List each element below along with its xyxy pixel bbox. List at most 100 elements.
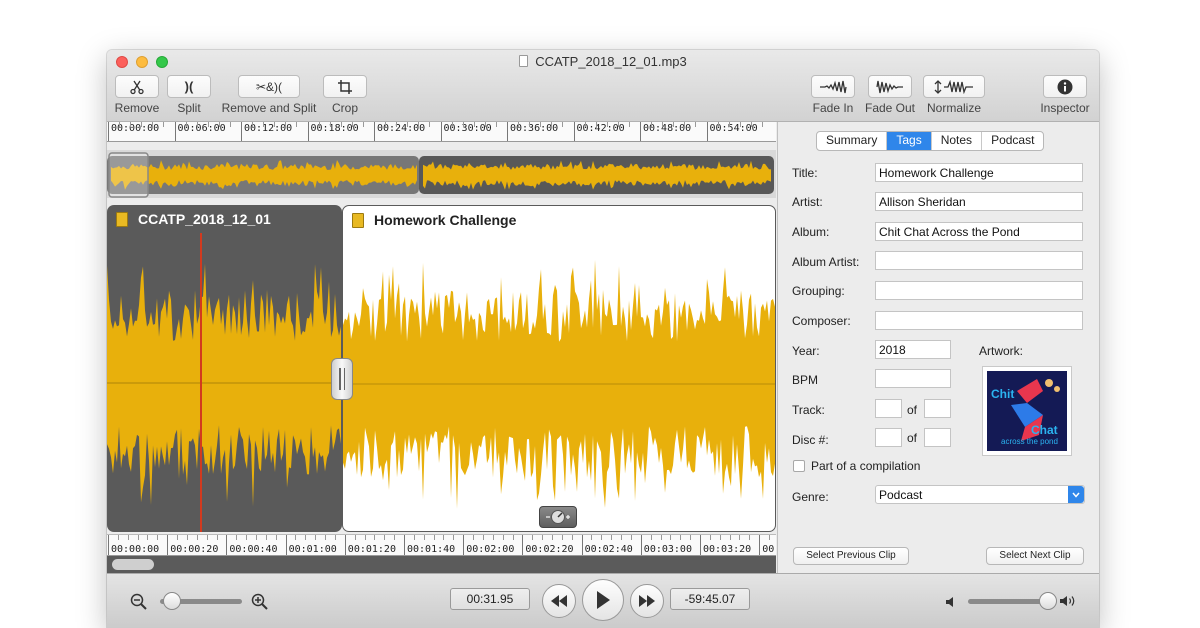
album-field[interactable]: Chit Chat Across the Pond <box>875 222 1083 241</box>
play-button[interactable] <box>582 579 624 621</box>
ruler-minor-tick <box>628 122 630 127</box>
tab-podcast[interactable]: Podcast <box>982 132 1043 150</box>
inspector-label: Inspector <box>1040 101 1090 115</box>
ruler-minor-tick <box>263 122 265 127</box>
ruler-minor-tick <box>196 122 198 127</box>
volume-slider-knob[interactable] <box>1038 592 1057 610</box>
ruler-minor-tick <box>152 122 154 127</box>
tab-tags[interactable]: Tags <box>887 132 932 150</box>
compilation-checkbox[interactable] <box>793 460 805 472</box>
select-previous-clip-button[interactable]: Select Previous Clip <box>793 547 909 565</box>
ruler-minor-tick <box>601 535 603 540</box>
ruler-minor-tick <box>433 535 435 540</box>
ruler-minor-tick <box>552 535 553 540</box>
document-icon <box>519 55 529 67</box>
playhead[interactable] <box>200 233 202 532</box>
normalize-tool[interactable]: Normalize <box>921 75 987 115</box>
fade-out-button[interactable] <box>868 75 912 98</box>
disc-total-field[interactable] <box>924 428 951 447</box>
ruler-minor-tick <box>611 535 613 540</box>
title-label: Title: <box>792 166 818 180</box>
clip-split-handle[interactable] <box>331 358 353 400</box>
inspector-tabs: Summary Tags Notes Podcast <box>816 131 1045 151</box>
ruler-minor-tick <box>413 535 415 540</box>
select-next-clip-button[interactable]: Select Next Clip <box>986 547 1084 565</box>
fade-in-tool[interactable]: Fade In <box>809 75 857 115</box>
artwork-well[interactable]: Chit Chat across the pond <box>982 366 1072 456</box>
ruler-minor-tick <box>695 122 697 127</box>
rewind-button[interactable] <box>542 584 576 618</box>
year-field[interactable]: 2018 <box>875 340 951 359</box>
bpm-field[interactable] <box>875 369 951 388</box>
overview-timeline-ruler: 00:00:00 00:06:00 00:12:00 00:18:00 00:24:00… <box>107 122 776 142</box>
ruler-minor-tick <box>749 535 751 540</box>
ruler-minor-tick <box>484 122 486 127</box>
clip-homework-challenge[interactable]: Homework Challenge <box>342 205 776 532</box>
ruler-label: 00:02:20 <box>525 544 574 555</box>
album-artist-field[interactable] <box>875 251 1083 270</box>
zoom-out-icon[interactable] <box>130 593 148 611</box>
overview-waveform[interactable] <box>107 150 776 198</box>
clip-a-waveform <box>107 263 342 507</box>
ruler-minor-tick <box>216 535 218 540</box>
ruler-minor-tick <box>246 535 248 540</box>
ruler-minor-tick <box>354 535 356 540</box>
ruler-minor-tick <box>451 122 453 127</box>
inspector-panel: Summary Tags Notes Podcast Title: Homewo… <box>777 122 1099 573</box>
grip-icon <box>343 368 345 390</box>
genre-select[interactable]: Podcast <box>875 485 1085 504</box>
ruler-major-tick <box>174 122 176 141</box>
zoom-slider-knob[interactable] <box>163 592 182 610</box>
ruler-minor-tick <box>163 122 165 127</box>
inspector-button[interactable] <box>1043 75 1087 98</box>
track-number-field[interactable] <box>875 399 902 418</box>
ruler-minor-tick <box>660 535 662 540</box>
ruler-minor-tick <box>769 535 771 540</box>
ruler-label: 00:00:40 <box>229 544 278 555</box>
remove-tool[interactable]: Remove <box>113 75 161 115</box>
scrollbar-thumb[interactable] <box>112 559 154 570</box>
tab-summary[interactable]: Summary <box>817 132 888 150</box>
horizontal-scrollbar[interactable] <box>107 556 776 573</box>
ruler-minor-tick <box>453 535 455 540</box>
ruler-minor-tick <box>482 535 484 540</box>
remove-button[interactable] <box>115 75 159 98</box>
track-total-field[interactable] <box>924 399 951 418</box>
crop-button[interactable] <box>323 75 367 98</box>
fade-out-tool[interactable]: Fade Out <box>863 75 917 115</box>
zoom-in-icon[interactable] <box>251 593 269 611</box>
ruler-minor-tick <box>325 535 327 540</box>
remove-and-split-tool[interactable]: ✂&)( Remove and Split <box>219 75 319 115</box>
ruler-minor-tick <box>157 535 159 540</box>
remove-and-split-button[interactable]: ✂&)( <box>238 75 300 98</box>
ruler-minor-tick <box>329 122 331 127</box>
compilation-label: Part of a compilation <box>811 459 921 473</box>
fast-forward-button[interactable] <box>630 584 664 618</box>
clip-volume-button[interactable] <box>539 506 577 528</box>
crop-tool[interactable]: Crop <box>321 75 369 115</box>
fade-in-button[interactable] <box>811 75 855 98</box>
composer-field[interactable] <box>875 311 1083 330</box>
ruler-minor-tick <box>127 535 129 540</box>
ruler-minor-tick <box>630 535 632 540</box>
crop-icon <box>338 79 352 94</box>
split-button[interactable]: )( <box>167 75 211 98</box>
title-field[interactable]: Homework Challenge <box>875 163 1083 182</box>
clip-ccatp-2018-12-01[interactable]: CCATP_2018_12_01 <box>107 205 342 532</box>
normalize-icon <box>934 79 973 94</box>
remaining-time-display: -59:45.07 <box>670 588 750 610</box>
ruler-label: 00:01:00 <box>288 544 337 555</box>
ruler-minor-tick <box>285 122 287 127</box>
split-tool[interactable]: )( Split <box>165 75 213 115</box>
artist-field[interactable]: Allison Sheridan <box>875 192 1083 211</box>
grouping-field[interactable] <box>875 281 1083 300</box>
disc-number-field[interactable] <box>875 428 902 447</box>
overview-visible-region[interactable] <box>108 152 149 198</box>
ruler-minor-tick <box>761 122 763 127</box>
tab-notes[interactable]: Notes <box>932 132 983 150</box>
ruler-label: 00:03:20 <box>703 544 752 555</box>
ruler-minor-tick <box>351 122 353 127</box>
inspector-tool[interactable]: Inspector <box>1035 75 1095 115</box>
ruler-label: 00:0 <box>762 544 776 555</box>
normalize-button[interactable] <box>923 75 985 98</box>
